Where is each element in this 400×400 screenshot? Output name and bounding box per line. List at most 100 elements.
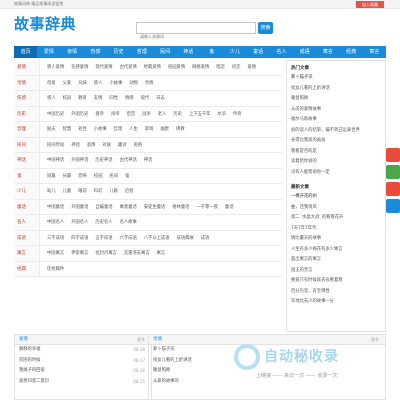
hot-article-link[interactable]: 看看是否的是	[287, 147, 385, 158]
category-link[interactable]: 感人	[94, 80, 103, 86]
nav-item[interactable]: 历史	[107, 46, 130, 58]
category-link[interactable]: 爱情	[248, 64, 257, 70]
list-item[interactable]: 爱想归第二意识 08-15	[15, 377, 151, 388]
category-link[interactable]: 格林童话	[172, 204, 189, 210]
category-link[interactable]: 外国神话	[71, 157, 88, 163]
category-link[interactable]: 上下五千年	[189, 111, 210, 117]
category-title[interactable]: 鬼	[14, 168, 40, 183]
category-link[interactable]: 外国童话	[71, 204, 88, 210]
category-link[interactable]: 童话	[225, 204, 234, 210]
category-link[interactable]: 鬼	[125, 173, 129, 179]
category-title[interactable]: 经典	[14, 261, 40, 276]
category-link[interactable]: 古代爱情	[120, 64, 137, 70]
category-link[interactable]: 民间	[109, 173, 118, 179]
category-link[interactable]: 小故事	[94, 126, 107, 132]
category-link[interactable]: 安徒生童话	[144, 204, 165, 210]
panel-title[interactable]: 亲情	[153, 337, 162, 342]
category-link[interactable]: 校园爱情	[168, 64, 185, 70]
category-title[interactable]: 少儿	[14, 184, 40, 199]
share-icon[interactable]	[386, 148, 400, 162]
panel-title[interactable]: 爱情	[19, 337, 28, 342]
nav-item[interactable]: 经典	[340, 46, 363, 58]
category-link[interactable]: 科幻	[94, 188, 103, 194]
category-link[interactable]: 四字成语	[71, 235, 88, 241]
category-link[interactable]: 短篇	[47, 173, 56, 179]
category-link[interactable]: 情感	[125, 95, 134, 101]
new-article-link[interactable]: 后分包里，有宝佛性	[287, 287, 385, 298]
category-link[interactable]: 中国寓言	[47, 250, 64, 256]
category-link[interactable]: 神话	[144, 157, 153, 163]
site-logo[interactable]: 故事辞典	[14, 13, 76, 34]
new-article-link[interactable]: 7天7年7年代	[287, 224, 385, 235]
category-link[interactable]: 寓意童话	[120, 204, 137, 210]
category-link[interactable]: 闲帝	[111, 111, 120, 117]
wechat-icon[interactable]	[386, 165, 400, 179]
category-link[interactable]: 父爱	[63, 80, 72, 86]
category-title[interactable]: 伤感	[14, 91, 40, 106]
category-link[interactable]: 名人故事	[120, 219, 137, 225]
category-link[interactable]: 幼儿	[47, 188, 56, 194]
category-link[interactable]: 职场	[145, 126, 154, 132]
category-link[interactable]: 优秀稿件	[47, 266, 64, 272]
category-link[interactable]: 校园	[94, 173, 103, 179]
category-link[interactable]: 兄妹	[78, 80, 87, 86]
category-link[interactable]: 智慧	[63, 126, 72, 132]
category-link[interactable]: 伊索寓言	[71, 250, 88, 256]
category-link[interactable]: 八字以上成语	[144, 235, 170, 241]
category-link[interactable]: 寓言	[157, 250, 166, 256]
category-link[interactable]: 成语	[201, 235, 210, 241]
category-title[interactable]: 寓言	[14, 246, 40, 261]
category-link[interactable]: 儿歌	[109, 188, 118, 194]
category-link[interactable]: 五字成语	[95, 235, 112, 241]
category-link[interactable]: 教育	[78, 95, 87, 101]
category-link[interactable]: 亲情	[145, 80, 154, 86]
hot-article-link[interactable]: 从前的爱情故事	[287, 105, 385, 116]
hot-article-link[interactable]: 睡鼠照顾	[287, 94, 385, 105]
list-item[interactable]: 萝卜猫子讯	[149, 345, 385, 356]
category-link[interactable]: 幽默	[160, 126, 169, 132]
category-link[interactable]: 初恋	[232, 64, 241, 70]
category-link[interactable]: 哲理	[114, 126, 123, 132]
category-link[interactable]: 现代爱情	[95, 64, 112, 70]
category-link[interactable]: 励志	[47, 126, 56, 132]
hot-article-link[interactable]: 福尔马斯故事	[287, 115, 385, 126]
category-link[interactable]: 悲情	[87, 142, 96, 148]
category-title[interactable]: 名人	[14, 215, 40, 230]
category-link[interactable]: 三字成语	[47, 235, 64, 241]
category-title[interactable]: 成语	[14, 230, 40, 245]
nav-item[interactable]: 名人	[270, 46, 293, 58]
category-link[interactable]: 战争	[142, 111, 151, 117]
category-link[interactable]: 对联	[102, 142, 111, 148]
nav-item[interactable]: 成语	[293, 46, 316, 58]
new-article-link[interactable]: 军地比去少的故事一分	[287, 297, 385, 308]
nav-item[interactable]: 哲理	[130, 46, 153, 58]
new-article-link[interactable]: 曲，还我清风	[287, 203, 385, 214]
category-link[interactable]: 母爱	[47, 80, 56, 86]
category-link[interactable]: 六字成语	[120, 235, 137, 241]
nav-item[interactable]: 鬼	[200, 46, 223, 58]
nav-item[interactable]: 寓言	[316, 46, 339, 58]
nav-item[interactable]: 民间	[154, 46, 177, 58]
category-link[interactable]: 暗恋	[216, 64, 225, 70]
category-link[interactable]: 佛教	[176, 126, 185, 132]
hot-article-link[interactable]: 萝卜猫子讯	[287, 73, 385, 84]
category-title[interactable]: 历史	[14, 106, 40, 121]
category-link[interactable]: 神话	[71, 142, 80, 148]
list-item[interactable]: 静静的幸福 08-18	[15, 345, 151, 356]
search-button[interactable]: 搜索	[258, 22, 273, 34]
category-title[interactable]: 爱情	[14, 60, 40, 75]
category-link[interactable]: 水浒	[217, 111, 226, 117]
category-link[interactable]: 现代	[141, 95, 150, 101]
bookmark-button[interactable]: 加入收藏	[356, 1, 384, 8]
list-item[interactable]: 睡鼠照顾	[149, 366, 385, 377]
nav-item[interactable]: 神话	[177, 46, 200, 58]
category-link[interactable]: 历史神话	[95, 157, 112, 163]
category-link[interactable]: 中国童话	[47, 204, 64, 210]
category-link[interactable]: 长篇	[63, 173, 72, 179]
category-link[interactable]: 传奇	[233, 111, 242, 117]
nav-item[interactable]: 首页	[14, 46, 38, 58]
category-link[interactable]: 历史	[173, 111, 182, 117]
category-link[interactable]: 处世	[78, 126, 87, 132]
category-link[interactable]: 动物	[129, 80, 138, 86]
category-link[interactable]: 网络爱情	[192, 64, 209, 70]
